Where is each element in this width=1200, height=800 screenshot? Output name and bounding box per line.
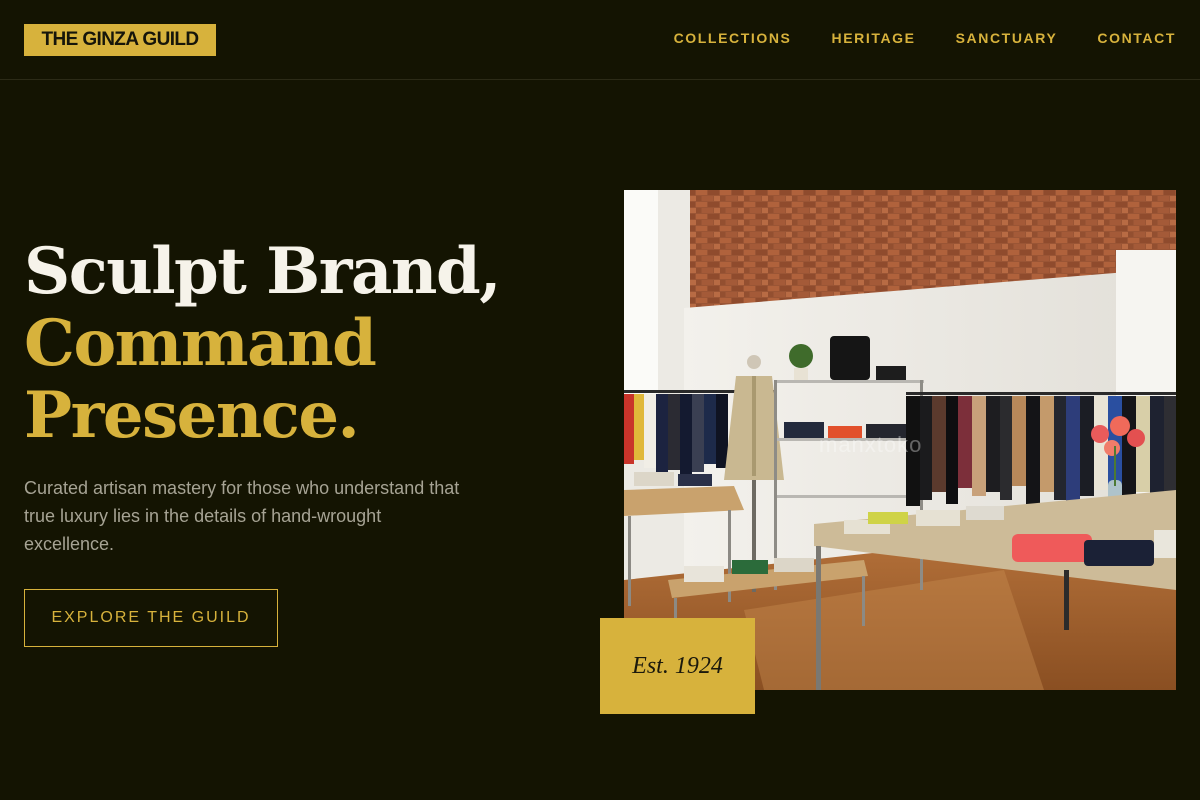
est-badge: Est. 1924 — [600, 618, 755, 714]
headline-line-3: Presence. — [24, 378, 360, 453]
nav-link-collections[interactable]: COLLECTIONS — [674, 28, 792, 48]
nav-link-sanctuary[interactable]: SANCTUARY — [956, 28, 1058, 48]
headline-line-2: Command — [24, 306, 377, 381]
hero-description: Curated artisan mastery for those who un… — [24, 478, 460, 554]
nav-link-heritage[interactable]: HERITAGE — [832, 28, 916, 48]
boutique-interior-image: manxtoko — [624, 190, 1176, 690]
brand-logo[interactable]: THE GINZA GUILD — [24, 24, 216, 56]
site-header: THE GINZA GUILD COLLECTIONS HERITAGE SAN… — [0, 0, 1200, 80]
hero-headline: Sculpt Brand, Command Presence. — [24, 234, 501, 453]
explore-guild-button[interactable]: EXPLORE THE GUILD — [24, 589, 278, 647]
main-nav: COLLECTIONS HERITAGE SANCTUARY CONTACT — [674, 28, 1176, 48]
nav-link-contact[interactable]: CONTACT — [1097, 28, 1176, 48]
headline-line-1: Sculpt Brand, — [24, 234, 501, 309]
image-overlay-text: manxtoko — [819, 432, 922, 457]
